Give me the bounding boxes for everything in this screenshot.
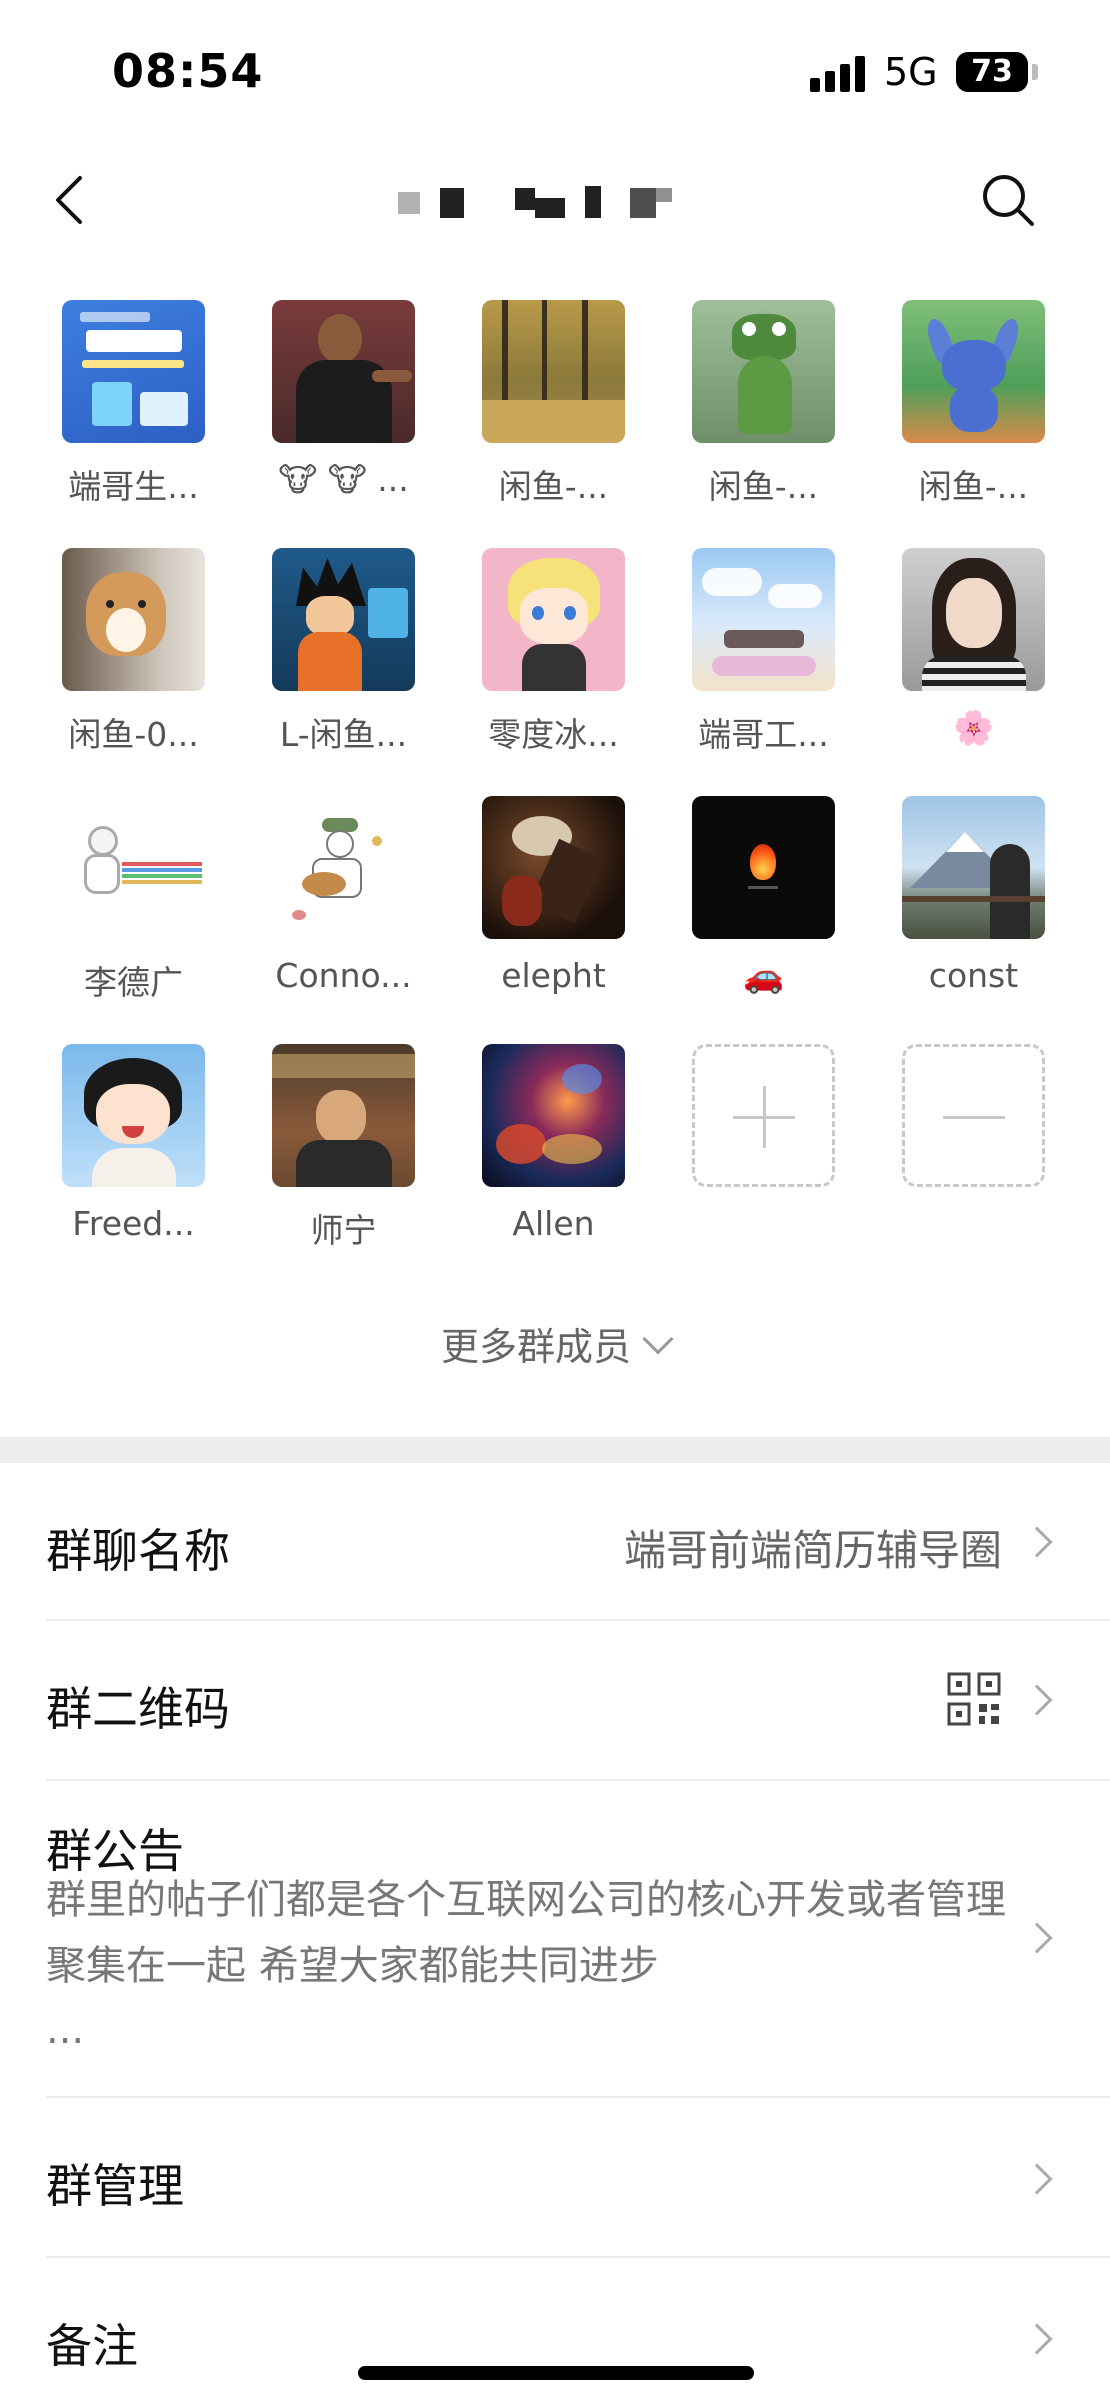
group-qr-code-label: 群二维码 (46, 1682, 230, 1736)
signal-icon (810, 56, 870, 92)
minus-icon (902, 1044, 1045, 1187)
group-name-label: 群聊名称 (46, 1524, 230, 1578)
battery-icon: 73 (956, 52, 1028, 92)
avatar (692, 548, 835, 691)
member-grid: 端哥生... 🐮 🐮 ... 闲鱼-... 闲鱼-... 闲鱼-... 闲鱼-0… (62, 300, 1048, 1292)
avatar (482, 796, 625, 939)
chevron-right-icon (1021, 1526, 1053, 1558)
group-title-redacted (380, 180, 700, 224)
group-notice-row[interactable]: 群公告 群里的帖子们都是各个互联网公司的核心开发或者管理 聚集在一起 希望大家都… (46, 1781, 1110, 2098)
status-bar: 08:54 5G 73 (0, 0, 1110, 140)
status-time: 08:54 (112, 44, 264, 98)
section-divider (0, 1437, 1110, 1463)
remark-label: 备注 (46, 2319, 138, 2373)
member-item[interactable]: 师宁 (272, 1044, 415, 1292)
member-name: 闲鱼-... (708, 467, 819, 506)
avatar (272, 300, 415, 443)
avatar (272, 796, 415, 939)
avatar (62, 300, 205, 443)
member-name: Allen (512, 1204, 595, 1243)
group-notice-ellipsis: ... (46, 2007, 85, 2053)
member-item[interactable]: 李德广 (62, 796, 205, 1044)
remove-member-button[interactable] (902, 1044, 1045, 1292)
member-item[interactable]: elepht (482, 796, 625, 1044)
member-name: 端哥生... (68, 467, 199, 506)
remark-row[interactable]: 备注 (46, 2258, 1110, 2403)
member-name: 师宁 (310, 1211, 377, 1250)
member-name: 🐮 🐮 ... (278, 460, 409, 499)
avatar (62, 548, 205, 691)
chevron-right-icon (1021, 2163, 1053, 2195)
member-item[interactable]: 🚗 (692, 796, 835, 1044)
member-name: L-闲鱼... (279, 715, 408, 754)
avatar (482, 300, 625, 443)
chevron-down-icon (642, 1323, 674, 1355)
avatar (62, 1044, 205, 1187)
avatar (692, 300, 835, 443)
chevron-right-icon (1021, 1922, 1053, 1954)
group-name-row[interactable]: 群聊名称 端哥前端简历辅导圈 (46, 1463, 1110, 1621)
member-item[interactable]: 端哥生... (62, 300, 205, 548)
avatar (482, 1044, 625, 1187)
member-item[interactable]: 🐮 🐮 ... (272, 300, 415, 548)
member-name: Freed... (72, 1204, 195, 1243)
add-member-button[interactable] (692, 1044, 835, 1292)
member-name: 闲鱼-... (498, 467, 609, 506)
network-type: 5G (884, 50, 938, 94)
avatar (902, 548, 1045, 691)
search-icon[interactable] (976, 168, 1040, 232)
member-item[interactable]: 闲鱼-... (902, 300, 1045, 548)
member-item[interactable]: 闲鱼-... (482, 300, 625, 548)
member-name: 李德广 (84, 963, 183, 1002)
chevron-left-icon[interactable] (44, 170, 104, 230)
member-name: 🌸 (952, 708, 995, 747)
group-manage-label: 群管理 (46, 2159, 184, 2213)
nav-bar (0, 150, 1110, 250)
qr-code-icon (946, 1671, 1002, 1727)
more-members-button[interactable]: 更多群成员 (0, 1316, 1110, 1371)
member-item[interactable]: 闲鱼-0... (62, 548, 205, 796)
member-name: 零度冰... (488, 715, 619, 754)
avatar (692, 796, 835, 939)
member-item[interactable]: L-闲鱼... (272, 548, 415, 796)
member-item[interactable]: const (902, 796, 1045, 1044)
member-name: 端哥工... (698, 715, 829, 754)
member-name: Conno... (275, 956, 412, 995)
plus-icon (692, 1044, 835, 1187)
member-name: 闲鱼-... (918, 467, 1029, 506)
home-indicator[interactable] (358, 2366, 754, 2380)
member-item[interactable]: Allen (482, 1044, 625, 1292)
group-notice-text: 群里的帖子们都是各个互联网公司的核心开发或者管理 聚集在一起 希望大家都能共同进… (46, 1877, 1006, 1989)
member-name: 闲鱼-0... (68, 715, 199, 754)
avatar (902, 300, 1045, 443)
avatar (272, 1044, 415, 1187)
member-name: const (928, 956, 1019, 995)
more-members-label: 更多群成员 (440, 1325, 631, 1369)
member-item[interactable]: 端哥工... (692, 548, 835, 796)
avatar (272, 548, 415, 691)
avatar (482, 548, 625, 691)
group-manage-row[interactable]: 群管理 (46, 2098, 1110, 2258)
chevron-right-icon (1021, 2323, 1053, 2355)
member-item[interactable]: Conno... (272, 796, 415, 1044)
member-item[interactable]: 闲鱼-... (692, 300, 835, 548)
member-name: elepht (501, 956, 606, 995)
member-item[interactable]: Freed... (62, 1044, 205, 1292)
group-qr-code-row[interactable]: 群二维码 (46, 1621, 1110, 1781)
chevron-right-icon (1021, 1684, 1053, 1716)
member-name: 🚗 (742, 956, 785, 995)
member-item[interactable]: 🌸 (902, 548, 1045, 796)
avatar (62, 796, 205, 939)
member-item[interactable]: 零度冰... (482, 548, 625, 796)
group-name-value: 端哥前端简历辅导圈 (623, 1526, 1002, 1575)
avatar (902, 796, 1045, 939)
battery-cap (1032, 64, 1038, 80)
